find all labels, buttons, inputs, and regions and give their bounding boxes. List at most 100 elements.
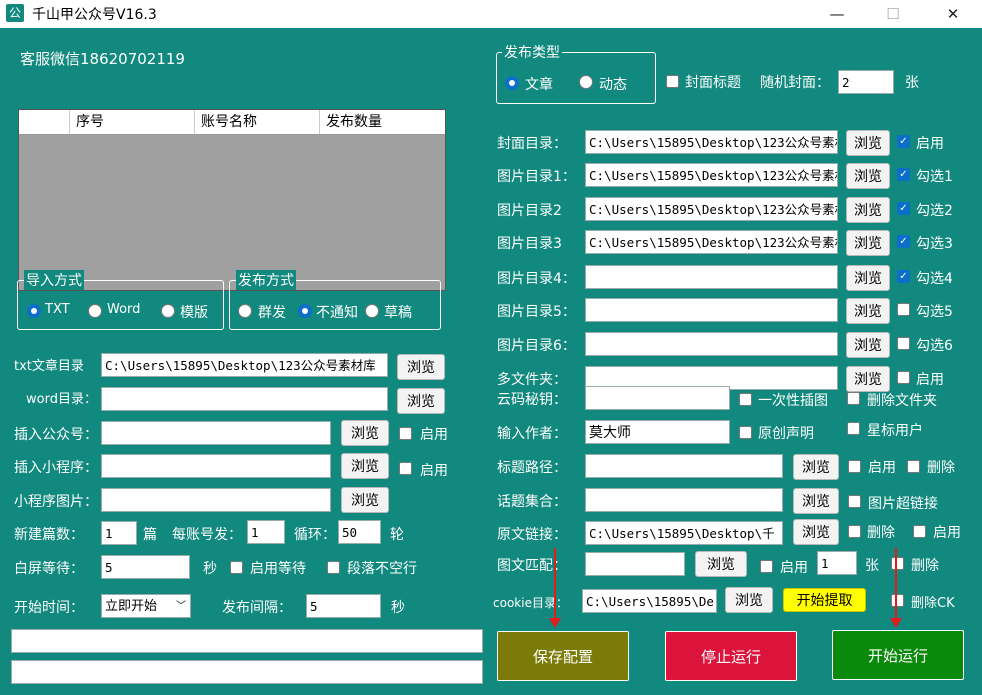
dir-row-browse-button[interactable]: 浏览: [846, 265, 890, 291]
radio-moment[interactable]: [579, 75, 593, 89]
dir-row-checkbox[interactable]: ✓: [897, 168, 910, 181]
img-match-count-input[interactable]: 1: [817, 551, 857, 575]
dir-row-input[interactable]: [585, 298, 838, 322]
interval-input[interactable]: 5: [306, 594, 381, 618]
start-time-select[interactable]: 立即开始 ﹀: [101, 594, 191, 618]
dir-row-browse-button[interactable]: 浏览: [846, 366, 890, 392]
import-method-title: 导入方式: [24, 270, 84, 290]
word-dir-input[interactable]: [101, 387, 388, 411]
insert-gzh-enable-checkbox[interactable]: [399, 427, 412, 440]
dir-row-input[interactable]: C:\Users\15895\Desktop\123公众号素材: [585, 230, 838, 254]
orig-link-enable-checkbox[interactable]: [913, 525, 926, 538]
mini-img-input[interactable]: [101, 488, 331, 512]
dir-row-checkbox[interactable]: ✓: [897, 202, 910, 215]
status-field-2: [11, 660, 483, 684]
img-match-input[interactable]: [585, 552, 685, 576]
enable-wait-checkbox[interactable]: [230, 561, 243, 574]
delete-ck-checkbox[interactable]: [891, 594, 904, 607]
radio-word[interactable]: [88, 304, 102, 318]
dir-row-input[interactable]: C:\Users\15895\Desktop\123公众号素材: [585, 130, 838, 154]
close-button[interactable]: ✕: [930, 0, 976, 28]
cloud-key-input[interactable]: [585, 386, 730, 410]
insert-mini-browse-button[interactable]: 浏览: [341, 453, 389, 479]
dir-row-browse-button[interactable]: 浏览: [846, 130, 890, 156]
dir-row-checkbox[interactable]: ✓: [897, 135, 910, 148]
save-config-button[interactable]: 保存配置: [497, 631, 629, 681]
img-match-browse-button[interactable]: 浏览: [695, 551, 747, 577]
cookie-dir-input[interactable]: C:\Users\15895\De: [582, 589, 717, 613]
per-account-input[interactable]: 1: [247, 520, 285, 544]
dir-row-browse-button[interactable]: 浏览: [846, 332, 890, 358]
radio-no-notify[interactable]: [298, 304, 312, 318]
main-panel: 客服微信18620702119 序号 账号名称 发布数量 导入方式 TXT Wo…: [0, 28, 982, 695]
loop-input[interactable]: 50: [338, 520, 381, 544]
annotation-arrow-line-2: [895, 548, 897, 620]
account-grid[interactable]: 序号 账号名称 发布数量: [18, 109, 446, 291]
column-header-account[interactable]: 账号名称: [194, 110, 319, 134]
radio-template-label: 模版: [180, 305, 208, 321]
dir-row-checkbox[interactable]: ✓: [897, 270, 910, 283]
no-blank-line-checkbox[interactable]: [327, 561, 340, 574]
stop-button[interactable]: 停止运行: [665, 631, 797, 681]
radio-txt[interactable]: [27, 304, 41, 318]
original-checkbox[interactable]: [739, 426, 752, 439]
word-dir-label: word目录：: [26, 392, 97, 407]
white-wait-input[interactable]: 5: [101, 555, 190, 579]
dir-row-checkbox[interactable]: [897, 371, 910, 384]
star-user-checkbox[interactable]: [847, 422, 860, 435]
title-path-browse-button[interactable]: 浏览: [793, 454, 839, 480]
delete-folder-checkbox[interactable]: [847, 392, 860, 405]
title-path-input[interactable]: [585, 454, 783, 478]
dir-row-input[interactable]: C:\Users\15895\Desktop\123公众号素材: [585, 197, 838, 221]
extract-button[interactable]: 开始提取: [783, 588, 866, 612]
title-path-delete-checkbox[interactable]: [907, 460, 920, 473]
dir-row-checkbox[interactable]: ✓: [897, 235, 910, 248]
minimize-button[interactable]: —: [814, 0, 860, 28]
dir-row-check-label: 勾选2: [916, 203, 953, 219]
dir-row-browse-button[interactable]: 浏览: [846, 230, 890, 256]
random-cover-input[interactable]: 2: [838, 70, 894, 94]
mini-img-browse-button[interactable]: 浏览: [341, 487, 389, 513]
column-header-count[interactable]: 发布数量: [319, 110, 445, 134]
dir-row-browse-button[interactable]: 浏览: [846, 197, 890, 223]
topic-browse-button[interactable]: 浏览: [793, 488, 839, 514]
txt-browse-button[interactable]: 浏览: [397, 354, 445, 380]
title-path-enable-checkbox[interactable]: [848, 460, 861, 473]
radio-template[interactable]: [161, 304, 175, 318]
author-input[interactable]: 莫大师: [585, 420, 730, 444]
radio-mass-label: 群发: [258, 305, 286, 321]
new-count-input[interactable]: 1: [101, 521, 137, 545]
img-match-enable-checkbox[interactable]: [760, 560, 773, 573]
insert-mini-input[interactable]: [101, 454, 331, 478]
dir-row-input[interactable]: C:\Users\15895\Desktop\123公众号素材: [585, 163, 838, 187]
orig-link-input[interactable]: C:\Users\15895\Desktop\千: [585, 521, 783, 545]
column-header-index[interactable]: 序号: [69, 110, 194, 134]
topic-input[interactable]: [585, 488, 783, 512]
dir-row-input[interactable]: [585, 265, 838, 289]
dir-row-browse-button[interactable]: 浏览: [846, 298, 890, 324]
one-time-insert-checkbox[interactable]: [739, 393, 752, 406]
dir-row-checkbox[interactable]: [897, 337, 910, 350]
img-match-delete-checkbox[interactable]: [891, 557, 904, 570]
maximize-button[interactable]: ☐: [870, 0, 916, 28]
img-hyperlink-checkbox[interactable]: [848, 495, 861, 508]
start-button[interactable]: 开始运行: [832, 630, 964, 680]
dir-row-checkbox[interactable]: [897, 303, 910, 316]
dir-row-input[interactable]: [585, 332, 838, 356]
cover-title-checkbox[interactable]: [666, 75, 679, 88]
cover-title-label: 封面标题: [685, 75, 741, 91]
radio-article[interactable]: [505, 76, 519, 90]
loop-label: 循环：: [294, 527, 336, 543]
insert-gzh-browse-button[interactable]: 浏览: [341, 420, 389, 446]
cookie-browse-button[interactable]: 浏览: [725, 587, 773, 613]
radio-draft[interactable]: [365, 304, 379, 318]
dir-row-browse-button[interactable]: 浏览: [846, 163, 890, 189]
radio-mass[interactable]: [238, 304, 252, 318]
orig-link-delete-checkbox[interactable]: [848, 525, 861, 538]
orig-link-browse-button[interactable]: 浏览: [793, 519, 839, 545]
insert-gzh-input[interactable]: [101, 421, 331, 445]
word-browse-button[interactable]: 浏览: [397, 388, 445, 414]
insert-mini-enable-checkbox[interactable]: [399, 462, 412, 475]
img-hyperlink-label: 图片超链接: [868, 496, 938, 512]
txt-dir-input[interactable]: C:\Users\15895\Desktop\123公众号素材库: [101, 353, 388, 377]
